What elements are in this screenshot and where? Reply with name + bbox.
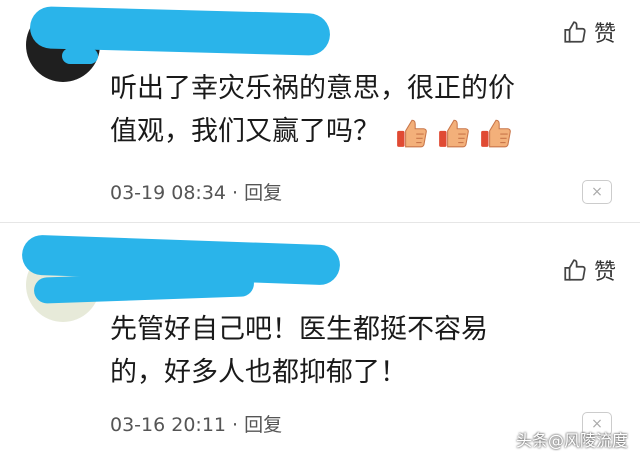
like-button[interactable]: 赞 — [562, 254, 616, 286]
like-button[interactable]: 赞 — [562, 16, 616, 48]
reply-button[interactable]: 回复 — [244, 182, 282, 204]
comment-meta: 03-19 08:34 · 回复 — [110, 178, 282, 205]
meta-separator: · — [226, 182, 245, 204]
emoji-group — [395, 116, 513, 150]
timestamp: 03-19 08:34 — [110, 182, 227, 204]
like-label: 赞 — [593, 260, 616, 285]
comment-text-line: 值观，我们又赢了吗？ — [110, 110, 610, 153]
thumbs-up-icon — [564, 259, 586, 281]
comment-text: 先管好自己吧！医生都挺不容易 的，好多人也都抑郁了！ — [110, 308, 610, 394]
comment-text-segment: 值观，我们又赢了吗？ — [110, 116, 380, 147]
comment-text-line: 听出了幸灾乐祸的意思，很正的价 — [110, 73, 515, 104]
timestamp: 03-16 20:11 — [110, 414, 227, 436]
like-label: 赞 — [593, 22, 616, 47]
thumbs-up-icon — [564, 21, 586, 43]
username-redaction — [62, 48, 98, 64]
comment-meta: 03-16 20:11 · 回复 — [110, 410, 282, 437]
thumbs-up-emoji-icon — [438, 119, 469, 147]
reply-button[interactable]: 回复 — [244, 414, 282, 436]
comment-text-line: 的，好多人也都抑郁了！ — [110, 357, 407, 388]
thumbs-up-emoji-icon — [396, 119, 427, 147]
watermark: 头条@风陵流度 — [515, 431, 628, 450]
close-button[interactable]: × — [582, 180, 612, 204]
thumbs-up-emoji-icon — [480, 119, 511, 147]
comment-text-line: 先管好自己吧！医生都挺不容易 — [110, 314, 488, 345]
comment-item: 赞 听出了幸灾乐祸的意思，很正的价 值观，我们又赢了吗？ 03-19 08:34… — [0, 0, 640, 222]
comment-text: 听出了幸灾乐祸的意思，很正的价 值观，我们又赢了吗？ — [110, 67, 610, 153]
comment-item: 赞 先管好自己吧！医生都挺不容易 的，好多人也都抑郁了！ 03-16 20:11… — [0, 222, 640, 459]
meta-separator: · — [226, 414, 245, 436]
